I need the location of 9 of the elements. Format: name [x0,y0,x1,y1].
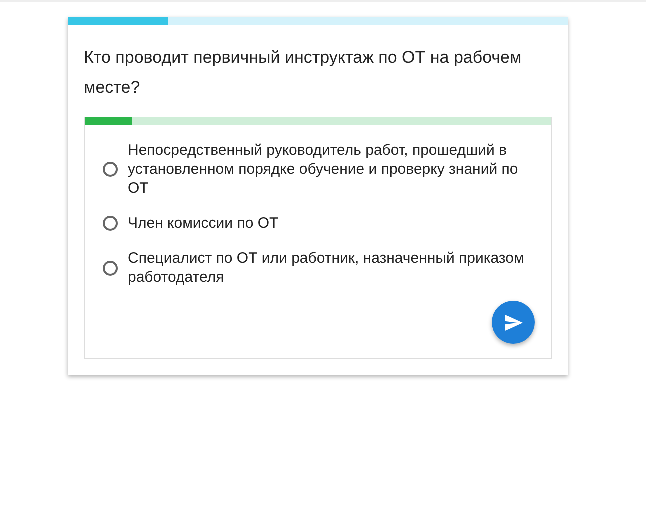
question-text: Кто проводит первичный инструктаж по ОТ на рабочем месте? [84,47,523,99]
option-label[interactable]: Специалист по ОТ или работник, назначенный приказом работодателя [128,249,538,287]
radio-button[interactable] [103,162,118,177]
radio-button[interactable] [103,260,118,276]
send-icon [504,314,524,332]
option-label[interactable]: Непосредственный руководитель работ, прошедший в установленном порядке обучение и проверку знаний по ОТ [128,141,538,198]
send-button[interactable] [492,301,535,344]
radio-button[interactable] [103,216,118,231]
option-label[interactable]: Член комиссии по ОТ [128,214,538,233]
